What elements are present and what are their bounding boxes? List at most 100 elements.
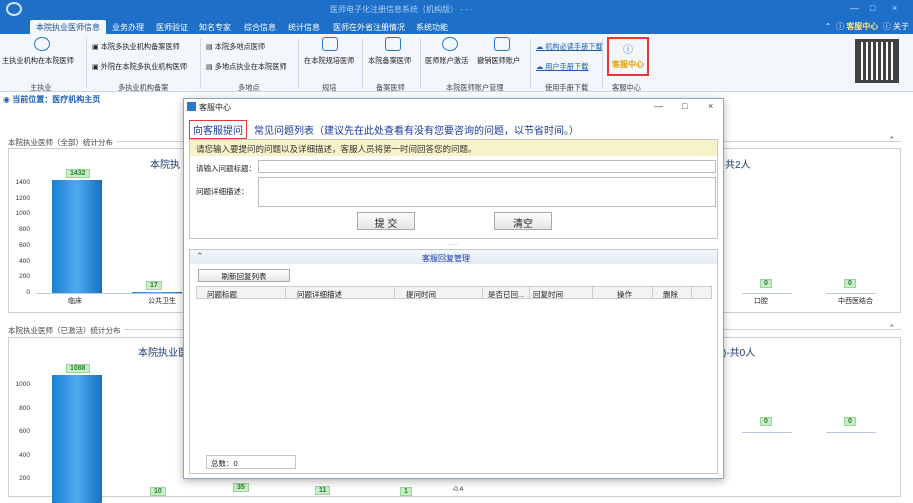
group-label-account: 本院医师账户管理 (446, 83, 504, 92)
chart-heading-right: 共2人 (725, 160, 751, 171)
column-header[interactable]: 操作 (617, 289, 632, 300)
question-detail-textarea[interactable] (258, 177, 716, 207)
submit-button[interactable]: 提 交 (357, 212, 415, 230)
reply-management-panel: ⌃ 客服回复管理 刷新回复列表 问题标题 问题详细描述 提问时间 是否已回...… (189, 249, 718, 474)
external-multi-button[interactable]: ▣ 外院在本院多执业机构医师 (92, 62, 187, 72)
qr-code-image (855, 39, 899, 83)
column-header[interactable]: 回复时间 (533, 289, 563, 300)
service-center-button[interactable]: ⓘ 客服中心 (607, 37, 649, 76)
column-header[interactable]: 删除 (663, 289, 678, 300)
x-axis-line (742, 432, 792, 433)
collapse-icon[interactable]: ⌃ (888, 135, 896, 146)
group-label-training: 规培 (322, 83, 337, 92)
tab-business[interactable]: 业务办理 (106, 20, 150, 34)
column-header[interactable]: 问题详细描述 (297, 289, 342, 300)
data-label: 1088 (66, 363, 90, 373)
multi-location-in-button[interactable]: ▤ 多地点执业在本院医师 (206, 62, 287, 72)
x-axis-line (826, 432, 876, 433)
chart-heading-right: )-共0人 (723, 348, 756, 359)
app-logo-icon (6, 2, 22, 16)
y-tick-label: 1400 (15, 178, 30, 186)
y-tick-label: -0.4 (452, 486, 464, 493)
tab-hospital-doctors[interactable]: 本院执业医师信息 (30, 20, 106, 34)
group-label-service: 客服中心 (612, 83, 641, 92)
x-tick-label: 公共卫生 (148, 298, 176, 305)
y-tick-label: 400 (19, 451, 30, 459)
dialog-title: 客服中心 (199, 103, 231, 112)
data-label: 0 (760, 279, 772, 288)
tab-faq[interactable]: 常见问题列表（建议先在此处查看有没有您要咨询的问题，以节省时间。） (254, 122, 579, 137)
section-title-all: 本院执业医师（全部）统计分布 (8, 137, 116, 148)
data-label: 1432 (66, 169, 90, 179)
data-label: 11 (315, 486, 331, 495)
multi-location-button[interactable]: ▤ 本院多地点医师 (206, 42, 265, 52)
y-tick-label: 400 (19, 257, 30, 265)
y-tick-label: 1200 (15, 194, 30, 202)
cancel-account-button[interactable]: 撤销医师账户 (477, 56, 520, 66)
group-label-multi-location: 多地点 (238, 83, 260, 92)
activate-account-button[interactable]: 医师账户激活 (425, 56, 468, 66)
maximize-button[interactable]: □ (682, 101, 687, 111)
collapse-ribbon-icon[interactable]: ⌃ (825, 22, 832, 31)
tab-other-province[interactable]: 医师在外省注册情况 (327, 20, 411, 34)
window-title: 医师电子化注册信息系统（机构版） - - · (330, 5, 473, 14)
multi-record-button[interactable]: ▣ 本院多执业机构备案医师 (92, 42, 180, 52)
y-tick-label: 200 (19, 475, 30, 482)
refresh-replies-button[interactable]: 刷新回复列表 (198, 269, 290, 282)
question-form: 请您输入要提问的问题以及详细描述，客服人员将第一时间回答您的问题。 请输入问题标… (189, 139, 718, 239)
close-button[interactable]: × (708, 101, 713, 111)
collapse-icon[interactable]: ⌃ (888, 323, 896, 334)
about-link[interactable]: 关于 (893, 22, 909, 31)
org-manual-link[interactable]: ☁ 机构必读手册下载 (536, 42, 603, 52)
screen-icon (322, 37, 338, 51)
main-menu: 本院执业医师信息 业务办理 医师验证 知名专家 综合信息 统计信息 医师在外省注… (0, 18, 913, 34)
tab-general-info[interactable]: 综合信息 (238, 20, 282, 34)
info-icon: ⓘ (882, 22, 891, 31)
service-center-dialog: 客服中心 — □ × 向客服提问 常见问题列表（建议先在此处查看有没有您要咨询的… (183, 98, 724, 479)
collapse-icon[interactable]: ⌃ (196, 251, 204, 262)
x-tick-label: 临床 (68, 298, 82, 305)
tab-system[interactable]: 系统功能 (410, 20, 454, 34)
x-tick-label: 中西医结合 (838, 298, 873, 305)
column-header[interactable]: 提问时间 (406, 289, 436, 300)
maximize-button[interactable]: □ (870, 3, 875, 13)
tab-experts[interactable]: 知名专家 (193, 20, 237, 34)
group-label-multi-record: 多执业机构备案 (118, 83, 169, 92)
service-center-link[interactable]: 客服中心 (846, 22, 878, 31)
tab-doctor-verify[interactable]: 医师验证 (150, 20, 194, 34)
section-title-active: 本院执业医师（已激活）统计分布 (8, 325, 124, 336)
main-practice-button[interactable]: 主执业机构在本院医师 (2, 56, 74, 66)
y-tick-label: 600 (19, 428, 30, 435)
data-label: 35 (233, 483, 249, 492)
column-header[interactable]: 问题标题 (207, 289, 237, 300)
minimize-button[interactable]: — (850, 3, 859, 13)
info-icon: ⓘ (836, 22, 845, 31)
user-manual-link[interactable]: ☁ 用户手册下载 (536, 62, 588, 72)
record-doctors-button[interactable]: 本院备案医师 (368, 56, 411, 66)
data-label: 10 (150, 487, 166, 496)
notice-text: 请您输入要提问的问题以及详细描述，客服人员将第一时间回答您的问题。 (190, 140, 717, 156)
splitter-handle[interactable]: ····· (448, 242, 458, 248)
bar (52, 374, 102, 503)
column-header[interactable]: 是否已回... (488, 289, 524, 300)
dialog-titlebar: 客服中心 — □ × (184, 99, 723, 115)
minimize-button[interactable]: — (654, 101, 663, 111)
data-label: 17 (146, 280, 162, 290)
document-icon (494, 37, 510, 51)
id-card-icon (385, 37, 401, 51)
doctor-icon (34, 37, 50, 51)
reply-table-header: 问题标题 问题详细描述 提问时间 是否已回... 回复时间 操作 删除 (196, 286, 712, 299)
menu-right-area: ⌃ ⓘ 客服中心 ⓘ 关于 (825, 21, 909, 32)
data-label: 0 (760, 417, 772, 426)
training-button[interactable]: 在本院规培医师 (304, 56, 354, 66)
tab-statistics[interactable]: 统计信息 (282, 20, 326, 34)
bar (52, 180, 102, 293)
close-button[interactable]: × (892, 3, 897, 13)
app-icon (187, 102, 196, 111)
y-tick-label: 800 (19, 226, 30, 234)
y-tick-label: 0 (26, 289, 30, 296)
y-tick-label: 1000 (15, 210, 30, 218)
question-title-input[interactable] (258, 160, 716, 173)
tab-ask-service[interactable]: 向客服提问 (189, 120, 247, 139)
clear-button[interactable]: 清空 (494, 212, 552, 230)
